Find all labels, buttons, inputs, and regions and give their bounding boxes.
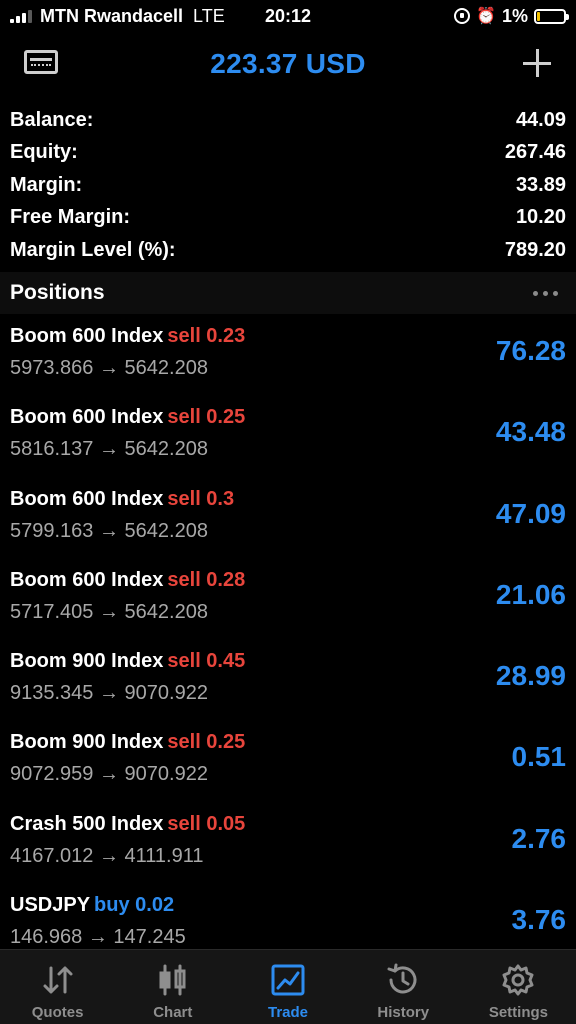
tab-label: Trade [267, 1004, 309, 1021]
position-prices: 5717.405 → 5642.208 [10, 600, 208, 623]
position-profit: 28.99 [495, 660, 566, 692]
position-row[interactable]: Boom 600 Index sell 0.25 5816.137 → 5642.… [0, 398, 576, 479]
position-row[interactable]: Boom 600 Index sell 0.23 5973.866 → 5642.… [0, 317, 576, 398]
position-symbol: Boom 600 Index [10, 406, 164, 429]
summary-label: Margin: [10, 173, 83, 196]
summary-row-equity: Equity: 267.46 [0, 137, 576, 170]
tab-quotes[interactable]: Quotes [0, 950, 115, 1024]
positions-list[interactable]: Boom 600 Index sell 0.23 5973.866 → 5642.… [0, 317, 576, 949]
position-row[interactable]: Boom 600 Index sell 0.28 5717.405 → 5642.… [0, 561, 576, 642]
summary-value: 44.09 [515, 108, 566, 131]
position-symbol: Boom 600 Index [10, 568, 164, 591]
position-type: sell 0.23 [167, 325, 246, 347]
candlestick-chart-icon [155, 962, 191, 998]
tab-label: Chart [153, 1004, 193, 1021]
position-profit: 3.76 [511, 904, 567, 936]
positions-header: Positions [0, 272, 576, 314]
summary-value: 267.46 [504, 141, 566, 164]
position-row[interactable]: Boom 900 Index sell 0.25 9072.959 → 9070.… [0, 723, 576, 804]
summary-row-margin: Margin: 33.89 [0, 169, 576, 202]
battery-icon [534, 8, 569, 24]
position-symbol: USDJPY [10, 894, 91, 917]
position-type: sell 0.45 [167, 650, 246, 673]
position-type: sell 0.05 [167, 812, 246, 835]
position-symbol: Boom 600 Index [10, 487, 164, 510]
tab-label: Quotes [31, 1004, 84, 1021]
position-profit: 47.09 [495, 497, 566, 529]
account-card-icon[interactable] [24, 50, 60, 78]
settings-gear-icon [500, 962, 536, 998]
position-prices: 5973.866 → 5642.208 [10, 357, 208, 379]
summary-row-free-margin: Free Margin: 10.20 [0, 202, 576, 235]
position-prices: 9072.959 → 9070.922 [10, 763, 208, 786]
quotes-arrows-icon [40, 962, 76, 998]
position-row[interactable]: USDJPY buy 0.02 146.968 → 147.245 3.76 [0, 886, 576, 949]
position-prices: 146.968 → 147.245 [10, 926, 186, 949]
position-profit: 76.28 [495, 335, 566, 366]
position-prices: 4167.012 → 4111.911 [10, 844, 204, 867]
position-profit: 0.51 [511, 741, 567, 773]
summary-row-margin-level: Margin Level (%): 789.20 [0, 234, 576, 267]
carrier-name: MTN Rwandacell [40, 5, 184, 26]
position-profit: 43.48 [495, 416, 566, 448]
summary-label: Equity: [10, 141, 78, 164]
position-type: buy 0.02 [94, 894, 175, 917]
alarm-icon: ⏰ [476, 8, 496, 25]
network-type: LTE [193, 5, 225, 26]
position-symbol: Crash 500 Index [10, 812, 164, 835]
position-prices: 5799.163 → 5642.208 [10, 519, 208, 542]
plus-icon[interactable] [522, 48, 552, 78]
tab-chart[interactable]: Chart [115, 950, 230, 1024]
position-prices: 9135.345 → 9070.922 [10, 682, 208, 705]
app-header: 223.37 USD [0, 36, 576, 92]
more-options-icon[interactable] [533, 290, 558, 296]
summary-value: 33.89 [515, 173, 566, 196]
position-type: sell 0.28 [167, 568, 246, 591]
tab-label: Settings [488, 1004, 548, 1021]
summary-label: Free Margin: [10, 206, 131, 229]
summary-row-balance: Balance: 44.09 [0, 104, 576, 137]
position-symbol: Boom 900 Index [10, 731, 164, 754]
history-clock-icon [385, 962, 421, 998]
orientation-lock-icon [454, 8, 471, 24]
position-type: sell 0.25 [167, 731, 246, 754]
summary-label: Margin Level (%): [10, 238, 176, 261]
tab-history[interactable]: History [346, 950, 461, 1024]
position-row[interactable]: Crash 500 Index sell 0.05 4167.012 → 4111… [0, 805, 576, 886]
position-profit: 2.76 [511, 822, 567, 854]
tab-label: History [377, 1004, 430, 1021]
position-symbol: Boom 600 Index [10, 325, 164, 347]
summary-label: Balance: [10, 108, 94, 131]
battery-percent: 1% [501, 5, 528, 26]
positions-title: Positions [10, 281, 105, 304]
position-row[interactable]: Boom 900 Index sell 0.45 9135.345 → 9070.… [0, 642, 576, 723]
summary-value: 789.20 [504, 238, 566, 261]
trade-chart-icon [270, 962, 306, 998]
summary-value: 10.20 [515, 206, 566, 229]
signal-strength-icon [10, 9, 32, 23]
position-prices: 5816.137 → 5642.208 [10, 438, 208, 461]
page-title: 223.37 USD [210, 48, 366, 79]
account-summary: Balance: 44.09 Equity: 267.46 Margin: 33… [0, 104, 576, 267]
position-symbol: Boom 900 Index [10, 650, 164, 673]
position-type: sell 0.3 [167, 487, 235, 510]
tab-settings[interactable]: Settings [461, 950, 576, 1024]
status-bar: MTN Rwandacell LTE 20:12 ⏰ 1% [0, 0, 576, 32]
position-row[interactable]: Boom 600 Index sell 0.3 5799.163 → 5642.2… [0, 480, 576, 561]
position-profit: 21.06 [495, 578, 566, 610]
tab-trade[interactable]: Trade [230, 950, 345, 1024]
position-type: sell 0.25 [167, 406, 246, 429]
tab-bar: Quotes Chart Trade History Settings [0, 949, 576, 1024]
